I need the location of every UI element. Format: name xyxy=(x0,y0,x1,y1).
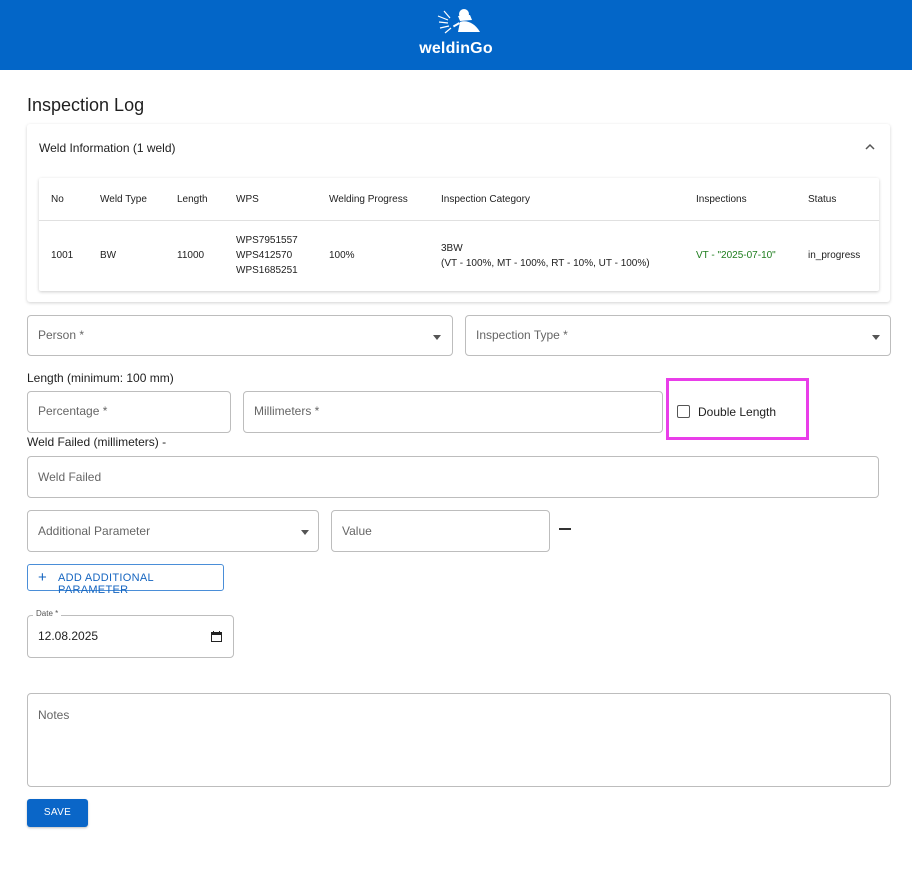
value-input[interactable]: Value xyxy=(331,510,550,552)
plus-icon: + xyxy=(38,569,47,586)
welder-icon xyxy=(437,9,480,34)
cell-no: 1001 xyxy=(51,250,74,261)
cell-category-detail: (VT - 100%, MT - 100%, RT - 10%, UT - 10… xyxy=(441,258,650,269)
caret-down-icon xyxy=(872,335,880,340)
cell-wps-1: WPS7951557 xyxy=(236,235,298,246)
percentage-input[interactable]: Percentage * xyxy=(27,391,231,433)
save-button-label: SAVE xyxy=(43,807,72,818)
weld-information-title[interactable]: Weld Information (1 weld) xyxy=(39,141,176,155)
column-header-weld-type: Weld Type xyxy=(100,194,147,205)
calendar-icon[interactable] xyxy=(211,631,222,642)
cell-weld-type: BW xyxy=(100,250,117,261)
date-label: Date * xyxy=(33,609,62,618)
person-select-label: Person * xyxy=(38,328,85,342)
page-title: Inspection Log xyxy=(27,95,145,115)
percentage-input-label: Percentage * xyxy=(38,404,108,418)
add-additional-parameter-label: ADD ADDITIONAL PARAMETER xyxy=(58,572,154,596)
millimeters-input[interactable]: Millimeters * xyxy=(243,391,663,433)
additional-parameter-select[interactable]: Additional Parameter xyxy=(27,510,319,552)
brand-name: weldinGo xyxy=(419,40,493,57)
cell-wps-2: WPS412570 xyxy=(236,250,293,261)
cell-status: in_progress xyxy=(808,250,861,261)
length-heading: Length (minimum: 100 mm) xyxy=(27,371,174,385)
weld-failed-input-label: Weld Failed xyxy=(38,470,102,484)
double-length-checkbox[interactable] xyxy=(677,405,690,418)
weld-information-panel: Weld Information (1 weld) No Weld Type L… xyxy=(27,124,890,302)
date-value: 12.08.2025 xyxy=(38,629,99,643)
weld-failed-heading: Weld Failed (millimeters) - xyxy=(27,435,167,449)
caret-down-icon xyxy=(301,530,309,535)
column-header-inspection-category: Inspection Category xyxy=(441,194,530,205)
column-header-inspections: Inspections xyxy=(696,194,747,205)
cell-wps-3: WPS1685251 xyxy=(236,265,298,276)
double-length-label[interactable]: Double Length xyxy=(698,405,776,419)
table-divider xyxy=(39,220,879,221)
additional-parameter-select-label: Additional Parameter xyxy=(38,524,151,538)
notes-textarea[interactable]: Notes xyxy=(27,693,891,787)
inspection-type-select-label: Inspection Type * xyxy=(476,328,568,342)
add-additional-parameter-button[interactable]: + ADD ADDITIONAL PARAMETER xyxy=(27,564,224,596)
column-header-status: Status xyxy=(808,194,837,205)
column-header-wps: WPS xyxy=(236,194,259,205)
save-button[interactable]: SAVE xyxy=(27,799,88,827)
person-select[interactable]: Person * xyxy=(27,315,453,356)
value-input-label: Value xyxy=(342,524,372,538)
column-header-no: No xyxy=(51,194,64,205)
caret-down-icon xyxy=(433,335,441,340)
notes-label: Notes xyxy=(38,708,70,722)
weld-failed-input[interactable]: Weld Failed xyxy=(27,456,879,498)
chevron-up-icon[interactable] xyxy=(864,142,876,152)
app-header: weldinGo xyxy=(0,0,912,70)
column-header-length: Length xyxy=(177,194,208,205)
cell-inspections: VT - "2025-07-10" xyxy=(696,250,776,261)
inspection-type-select[interactable]: Inspection Type * xyxy=(465,315,891,356)
cell-category-code: 3BW xyxy=(441,243,463,254)
weld-table: No Weld Type Length WPS Welding Progress… xyxy=(39,178,879,291)
cell-length: 11000 xyxy=(177,250,205,261)
minus-icon[interactable] xyxy=(559,528,571,530)
cell-progress: 100% xyxy=(329,250,355,261)
date-input[interactable]: 12.08.2025 xyxy=(27,615,234,658)
millimeters-input-label: Millimeters * xyxy=(254,404,320,418)
column-header-welding-progress: Welding Progress xyxy=(329,194,408,205)
